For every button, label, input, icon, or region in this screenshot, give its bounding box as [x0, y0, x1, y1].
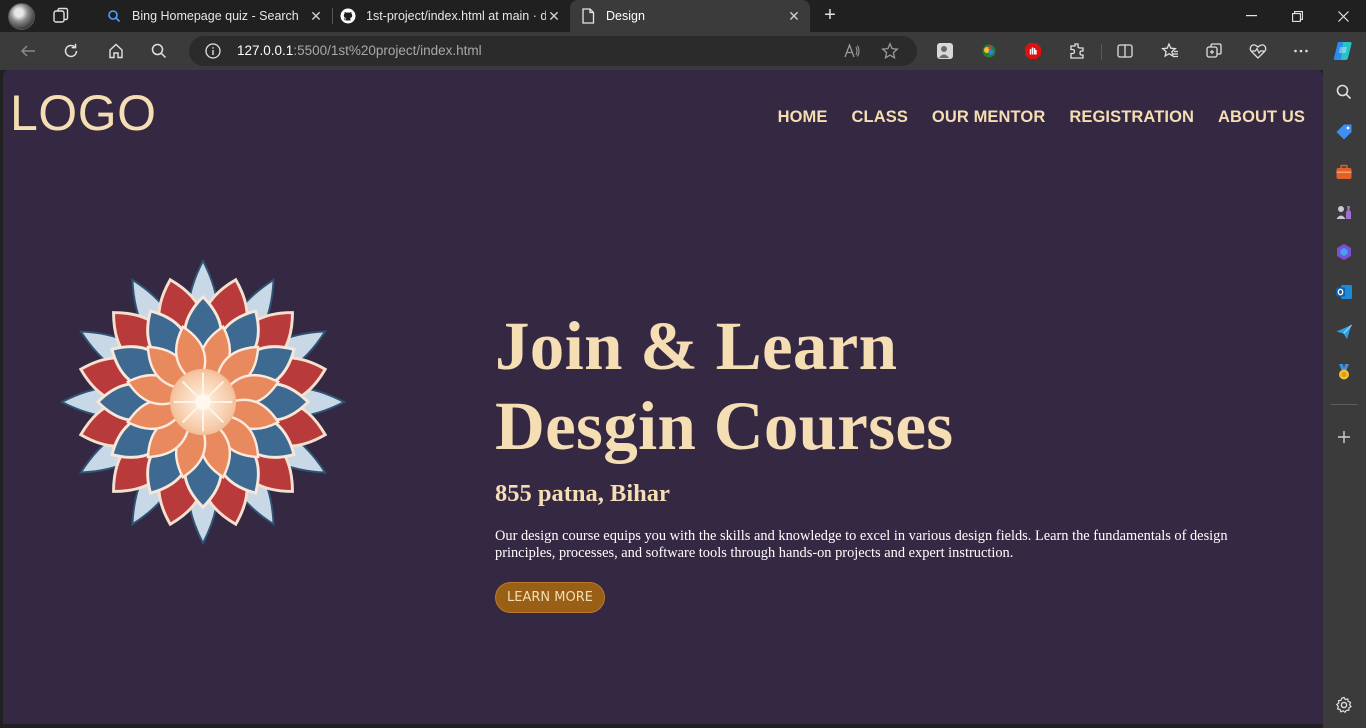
favorites-icon[interactable] [1158, 39, 1182, 63]
hero-title-line-1: Join & Learn [495, 308, 898, 384]
tab-divider [332, 8, 333, 24]
search-icon [106, 8, 122, 24]
refresh-button[interactable] [59, 39, 83, 63]
extension-icon[interactable] [933, 39, 957, 63]
microsoft-365-icon[interactable] [1334, 242, 1354, 262]
url-text[interactable]: 127.0.0.1:5500/1st%20project/index.html [237, 43, 482, 58]
nav-class[interactable]: CLASS [852, 108, 908, 127]
collections-icon[interactable] [1202, 39, 1226, 63]
hero-description: Our design course equips you with the sk… [495, 528, 1228, 561]
tab-title: Bing Homepage quiz - Search [132, 9, 299, 23]
url-path: :5500/1st%20project/index.html [293, 43, 482, 58]
nav-about-us[interactable]: ABOUT US [1218, 108, 1305, 127]
info-icon[interactable] [205, 43, 221, 59]
tab-title: 1st-project/index.html at main · d [366, 9, 546, 23]
workspaces-icon[interactable] [52, 7, 70, 25]
rewards-medal-icon[interactable] [1334, 362, 1354, 382]
split-screen-icon[interactable] [1113, 39, 1137, 63]
read-aloud-icon[interactable] [843, 42, 861, 65]
tools-icon[interactable] [1334, 162, 1354, 182]
add-icon[interactable] [1334, 427, 1354, 447]
close-window-button[interactable] [1320, 0, 1366, 32]
send-icon[interactable] [1334, 322, 1354, 342]
new-tab-button[interactable]: + [820, 5, 840, 26]
restore-button[interactable] [1274, 0, 1320, 32]
main-nav: HOME CLASS OUR MENTOR REGISTRATION ABOUT… [754, 108, 1305, 127]
outlook-icon[interactable] [1334, 282, 1354, 302]
tab-github[interactable]: 1st-project/index.html at main · d ✕ [334, 0, 570, 32]
learn-more-button[interactable]: LEARN MORE [495, 582, 605, 613]
tab-title: Design [606, 9, 645, 23]
nav-home[interactable]: HOME [778, 108, 828, 127]
hero-title-line-2: Desgin Courses [495, 388, 954, 464]
tab-design-active[interactable]: Design ✕ [570, 0, 810, 32]
settings-gear-icon[interactable] [1334, 695, 1354, 715]
site-logo[interactable]: LOGO [10, 84, 156, 142]
web-page: LOGO HOME CLASS OUR MENTOR REGISTRATION … [3, 70, 1323, 724]
minimize-button[interactable] [1228, 0, 1274, 32]
close-icon[interactable]: ✕ [546, 8, 562, 24]
toolbar-divider [1101, 44, 1102, 60]
hero-section: Join & Learn Desgin Courses 855 patna, B… [495, 306, 1295, 613]
edge-sidebar [1323, 70, 1366, 728]
close-icon[interactable]: ✕ [786, 8, 802, 24]
nav-our-mentor[interactable]: OUR MENTOR [932, 108, 1045, 127]
extensions-icon[interactable] [1065, 39, 1089, 63]
address-bar[interactable]: 127.0.0.1:5500/1st%20project/index.html [189, 36, 917, 66]
mandala-image [59, 258, 347, 546]
page-icon [580, 8, 596, 24]
more-options-icon[interactable] [1289, 39, 1313, 63]
favorite-star-icon[interactable] [881, 42, 899, 65]
browser-essentials-icon[interactable] [1246, 39, 1270, 63]
back-button[interactable] [16, 39, 40, 63]
url-host: 127.0.0.1 [237, 43, 294, 58]
tab-bing-search[interactable]: Bing Homepage quiz - Search ✕ [96, 0, 332, 32]
tab-strip: Bing Homepage quiz - Search ✕ 1st-projec… [0, 0, 1366, 32]
search-button[interactable] [147, 39, 171, 63]
github-icon [340, 8, 356, 24]
shopping-tag-icon[interactable] [1334, 122, 1354, 142]
hero-title: Join & Learn Desgin Courses [495, 306, 1295, 466]
home-button[interactable] [104, 39, 128, 63]
games-icon[interactable] [1334, 202, 1354, 222]
extension-icon[interactable] [977, 39, 1001, 63]
browser-toolbar: 127.0.0.1:5500/1st%20project/index.html [0, 32, 1366, 70]
sidebar-divider [1331, 404, 1358, 405]
profile-avatar[interactable] [8, 3, 35, 30]
nav-registration[interactable]: REGISTRATION [1069, 108, 1194, 127]
hero-subtitle: 855 patna, Bihar [495, 480, 670, 507]
copilot-icon[interactable] [1331, 39, 1355, 63]
adblock-icon[interactable] [1021, 39, 1045, 63]
search-icon[interactable] [1334, 82, 1354, 102]
close-icon[interactable]: ✕ [308, 8, 324, 24]
